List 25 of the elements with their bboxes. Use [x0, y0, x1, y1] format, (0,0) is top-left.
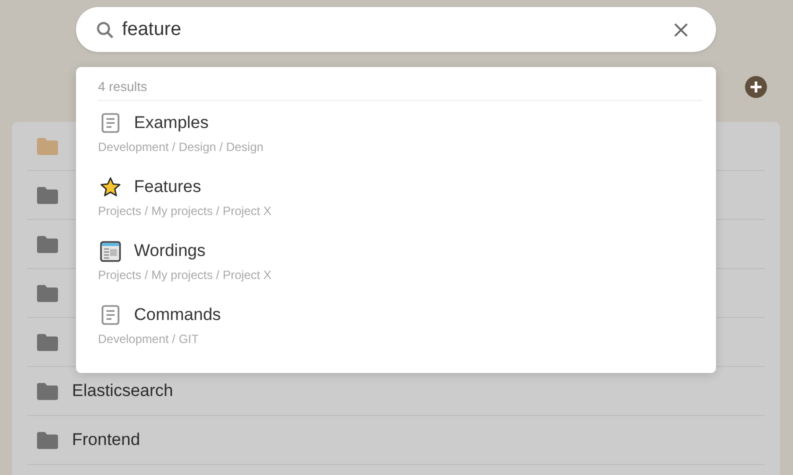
result-path: Projects / My projects / Project X	[98, 268, 272, 282]
folder-name: Frontend	[72, 430, 140, 450]
result-title: Commands	[134, 305, 221, 325]
result-item[interactable]: Examples Development / Design / Design	[98, 101, 702, 165]
search-input[interactable]: feature	[122, 18, 666, 40]
document-icon	[100, 113, 121, 133]
result-item[interactable]: Features Projects / My projects / Project X	[98, 165, 702, 229]
result-item[interactable]: Commands Development / GIT	[98, 293, 702, 357]
result-title: Wordings	[134, 241, 206, 261]
result-item[interactable]: Wordings Projects / My projects / Project X	[98, 229, 702, 293]
result-count: 4 results	[98, 67, 702, 101]
result-path: Development / GIT	[98, 332, 200, 346]
document-icon	[100, 305, 121, 325]
newspaper-icon	[100, 240, 121, 262]
folder-name: Elasticsearch	[72, 381, 174, 401]
folder-row[interactable]: Frontend	[27, 416, 765, 465]
result-path: Development / Design / Design	[98, 140, 264, 154]
result-title: Features	[134, 177, 202, 197]
result-path: Projects / My projects / Project X	[98, 204, 272, 218]
result-title: Examples	[134, 113, 209, 133]
search-icon	[96, 20, 114, 38]
add-icon[interactable]	[745, 76, 767, 98]
star-icon	[100, 177, 121, 197]
search-field[interactable]: feature	[76, 7, 716, 52]
close-icon[interactable]	[674, 22, 688, 36]
